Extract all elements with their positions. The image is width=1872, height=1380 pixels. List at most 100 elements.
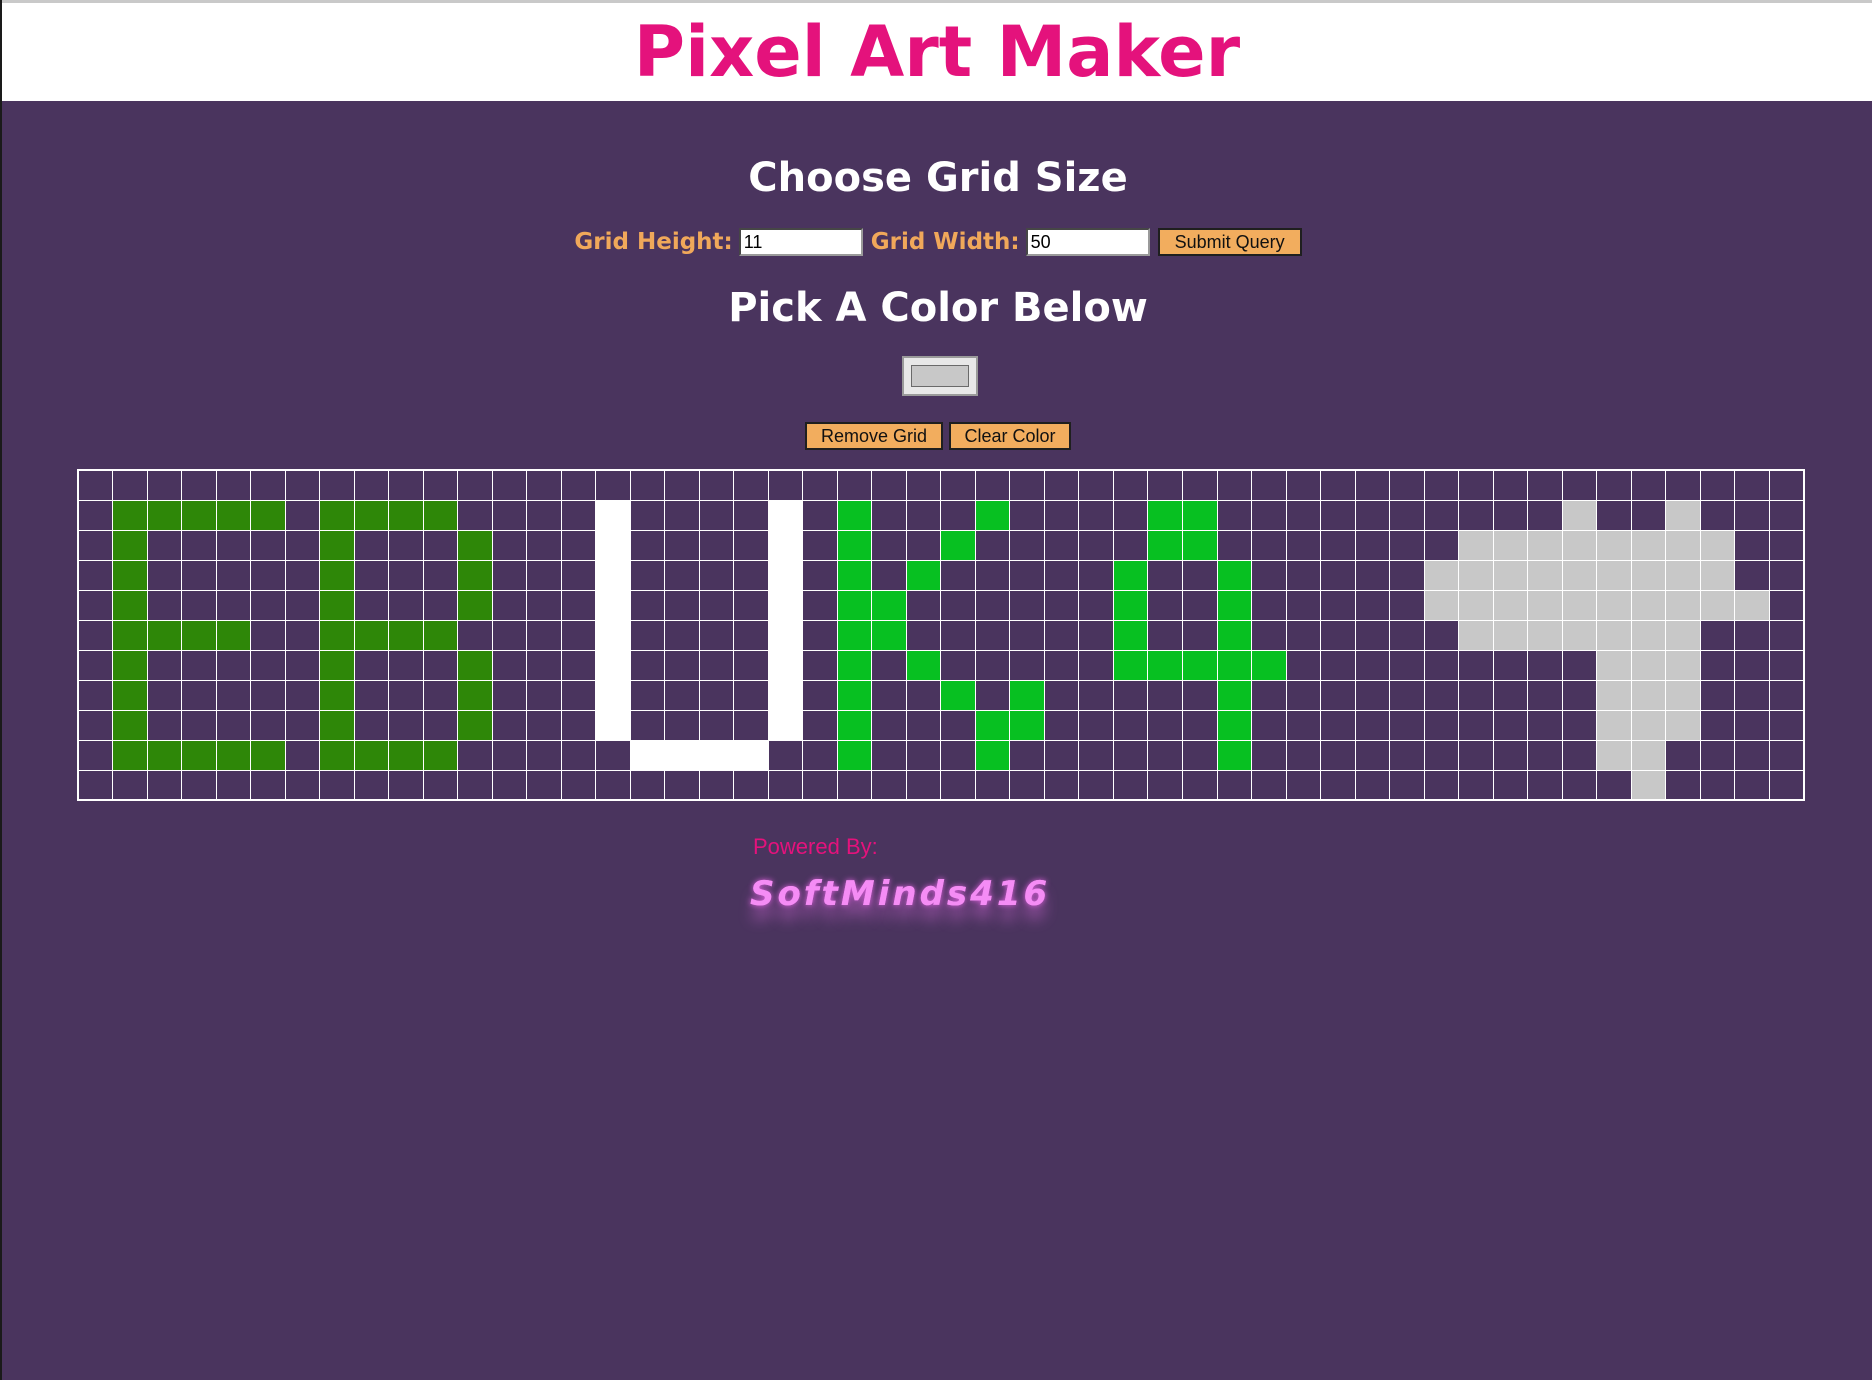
- pixel-cell[interactable]: [215, 739, 252, 771]
- pixel-cell[interactable]: [112, 499, 148, 531]
- pixel-cell[interactable]: [871, 769, 907, 801]
- pixel-cell[interactable]: [905, 469, 942, 501]
- pixel-cell[interactable]: [1112, 529, 1149, 561]
- pixel-cell[interactable]: [1112, 619, 1149, 651]
- pixel-cell[interactable]: [422, 529, 459, 561]
- pixel-cell[interactable]: [1699, 709, 1736, 741]
- pixel-cell[interactable]: [1527, 559, 1563, 591]
- pixel-cell[interactable]: [319, 769, 355, 801]
- pixel-cell[interactable]: [802, 709, 838, 741]
- grid-width-input[interactable]: [1025, 228, 1150, 256]
- pixel-cell[interactable]: [422, 589, 459, 621]
- pixel-cell[interactable]: [560, 739, 597, 771]
- pixel-cell[interactable]: [767, 619, 804, 651]
- pixel-cell[interactable]: [733, 739, 769, 771]
- pixel-cell[interactable]: [1665, 589, 1701, 621]
- pixel-cell[interactable]: [1768, 499, 1805, 531]
- pixel-cell[interactable]: [1216, 499, 1253, 531]
- pixel-cell[interactable]: [215, 769, 252, 801]
- pixel-cell[interactable]: [1492, 739, 1529, 771]
- pixel-cell[interactable]: [250, 469, 286, 501]
- pixel-cell[interactable]: [1699, 469, 1736, 501]
- pixel-cell[interactable]: [146, 679, 183, 711]
- pixel-cell[interactable]: [1596, 649, 1632, 681]
- pixel-cell[interactable]: [388, 679, 424, 711]
- pixel-cell[interactable]: [1320, 769, 1356, 801]
- pixel-cell[interactable]: [1285, 709, 1322, 741]
- pixel-cell[interactable]: [1596, 529, 1632, 561]
- pixel-cell[interactable]: [595, 499, 631, 531]
- pixel-cell[interactable]: [595, 739, 631, 771]
- pixel-cell[interactable]: [1527, 739, 1563, 771]
- pixel-cell[interactable]: [284, 469, 321, 501]
- pixel-cell[interactable]: [1665, 769, 1701, 801]
- pixel-cell[interactable]: [215, 529, 252, 561]
- pixel-cell[interactable]: [1216, 739, 1253, 771]
- pixel-cell[interactable]: [215, 499, 252, 531]
- pixel-cell[interactable]: [733, 769, 769, 801]
- pixel-cell[interactable]: [181, 559, 217, 591]
- pixel-cell[interactable]: [491, 679, 528, 711]
- pixel-cell[interactable]: [422, 499, 459, 531]
- pixel-cell[interactable]: [836, 739, 873, 771]
- pixel-cell[interactable]: [1458, 619, 1494, 651]
- pixel-cell[interactable]: [1147, 559, 1183, 591]
- pixel-cell[interactable]: [1423, 649, 1460, 681]
- pixel-cell[interactable]: [1285, 679, 1322, 711]
- pixel-cell[interactable]: [1285, 619, 1322, 651]
- pixel-cell[interactable]: [905, 559, 942, 591]
- pixel-cell[interactable]: [1251, 559, 1287, 591]
- remove-grid-button[interactable]: Remove Grid: [805, 422, 943, 450]
- pixel-cell[interactable]: [871, 559, 907, 591]
- pixel-cell[interactable]: [905, 529, 942, 561]
- pixel-cell[interactable]: [698, 469, 735, 501]
- pixel-cell[interactable]: [181, 589, 217, 621]
- pixel-cell[interactable]: [1182, 499, 1218, 531]
- pixel-cell[interactable]: [353, 739, 390, 771]
- pixel-cell[interactable]: [457, 769, 493, 801]
- pixel-cell[interactable]: [457, 739, 493, 771]
- pixel-cell[interactable]: [146, 529, 183, 561]
- pixel-cell[interactable]: [1112, 739, 1149, 771]
- pixel-cell[interactable]: [1423, 499, 1460, 531]
- pixel-cell[interactable]: [388, 709, 424, 741]
- pixel-cell[interactable]: [1768, 589, 1805, 621]
- pixel-cell[interactable]: [491, 499, 528, 531]
- pixel-cell[interactable]: [629, 529, 666, 561]
- pixel-cell[interactable]: [388, 589, 424, 621]
- pixel-cell[interactable]: [1596, 769, 1632, 801]
- pixel-cell[interactable]: [974, 589, 1011, 621]
- pixel-cell[interactable]: [767, 679, 804, 711]
- pixel-cell[interactable]: [664, 589, 700, 621]
- pixel-cell[interactable]: [112, 679, 148, 711]
- pixel-cell[interactable]: [1527, 529, 1563, 561]
- pixel-cell[interactable]: [388, 469, 424, 501]
- pixel-cell[interactable]: [1078, 529, 1114, 561]
- pixel-cell[interactable]: [1389, 559, 1425, 591]
- pixel-cell[interactable]: [1423, 469, 1460, 501]
- pixel-cell[interactable]: [1251, 529, 1287, 561]
- pixel-cell[interactable]: [1734, 709, 1770, 741]
- pixel-cell[interactable]: [1734, 469, 1770, 501]
- pixel-cell[interactable]: [77, 709, 114, 741]
- pixel-cell[interactable]: [1285, 469, 1322, 501]
- pixel-cell[interactable]: [250, 589, 286, 621]
- pixel-cell[interactable]: [1285, 739, 1322, 771]
- pixel-cell[interactable]: [319, 589, 355, 621]
- pixel-cell[interactable]: [1078, 709, 1114, 741]
- pixel-cell[interactable]: [1389, 619, 1425, 651]
- pixel-cell[interactable]: [1389, 469, 1425, 501]
- pixel-cell[interactable]: [1527, 589, 1563, 621]
- pixel-cell[interactable]: [1043, 499, 1080, 531]
- pixel-cell[interactable]: [1561, 499, 1598, 531]
- pixel-cell[interactable]: [1078, 739, 1114, 771]
- pixel-cell[interactable]: [1182, 529, 1218, 561]
- pixel-cell[interactable]: [1423, 589, 1460, 621]
- pixel-cell[interactable]: [595, 529, 631, 561]
- pixel-cell[interactable]: [1182, 709, 1218, 741]
- pixel-cell[interactable]: [974, 679, 1011, 711]
- pixel-cell[interactable]: [629, 559, 666, 591]
- pixel-cell[interactable]: [733, 709, 769, 741]
- pixel-cell[interactable]: [698, 559, 735, 591]
- pixel-cell[interactable]: [1423, 769, 1460, 801]
